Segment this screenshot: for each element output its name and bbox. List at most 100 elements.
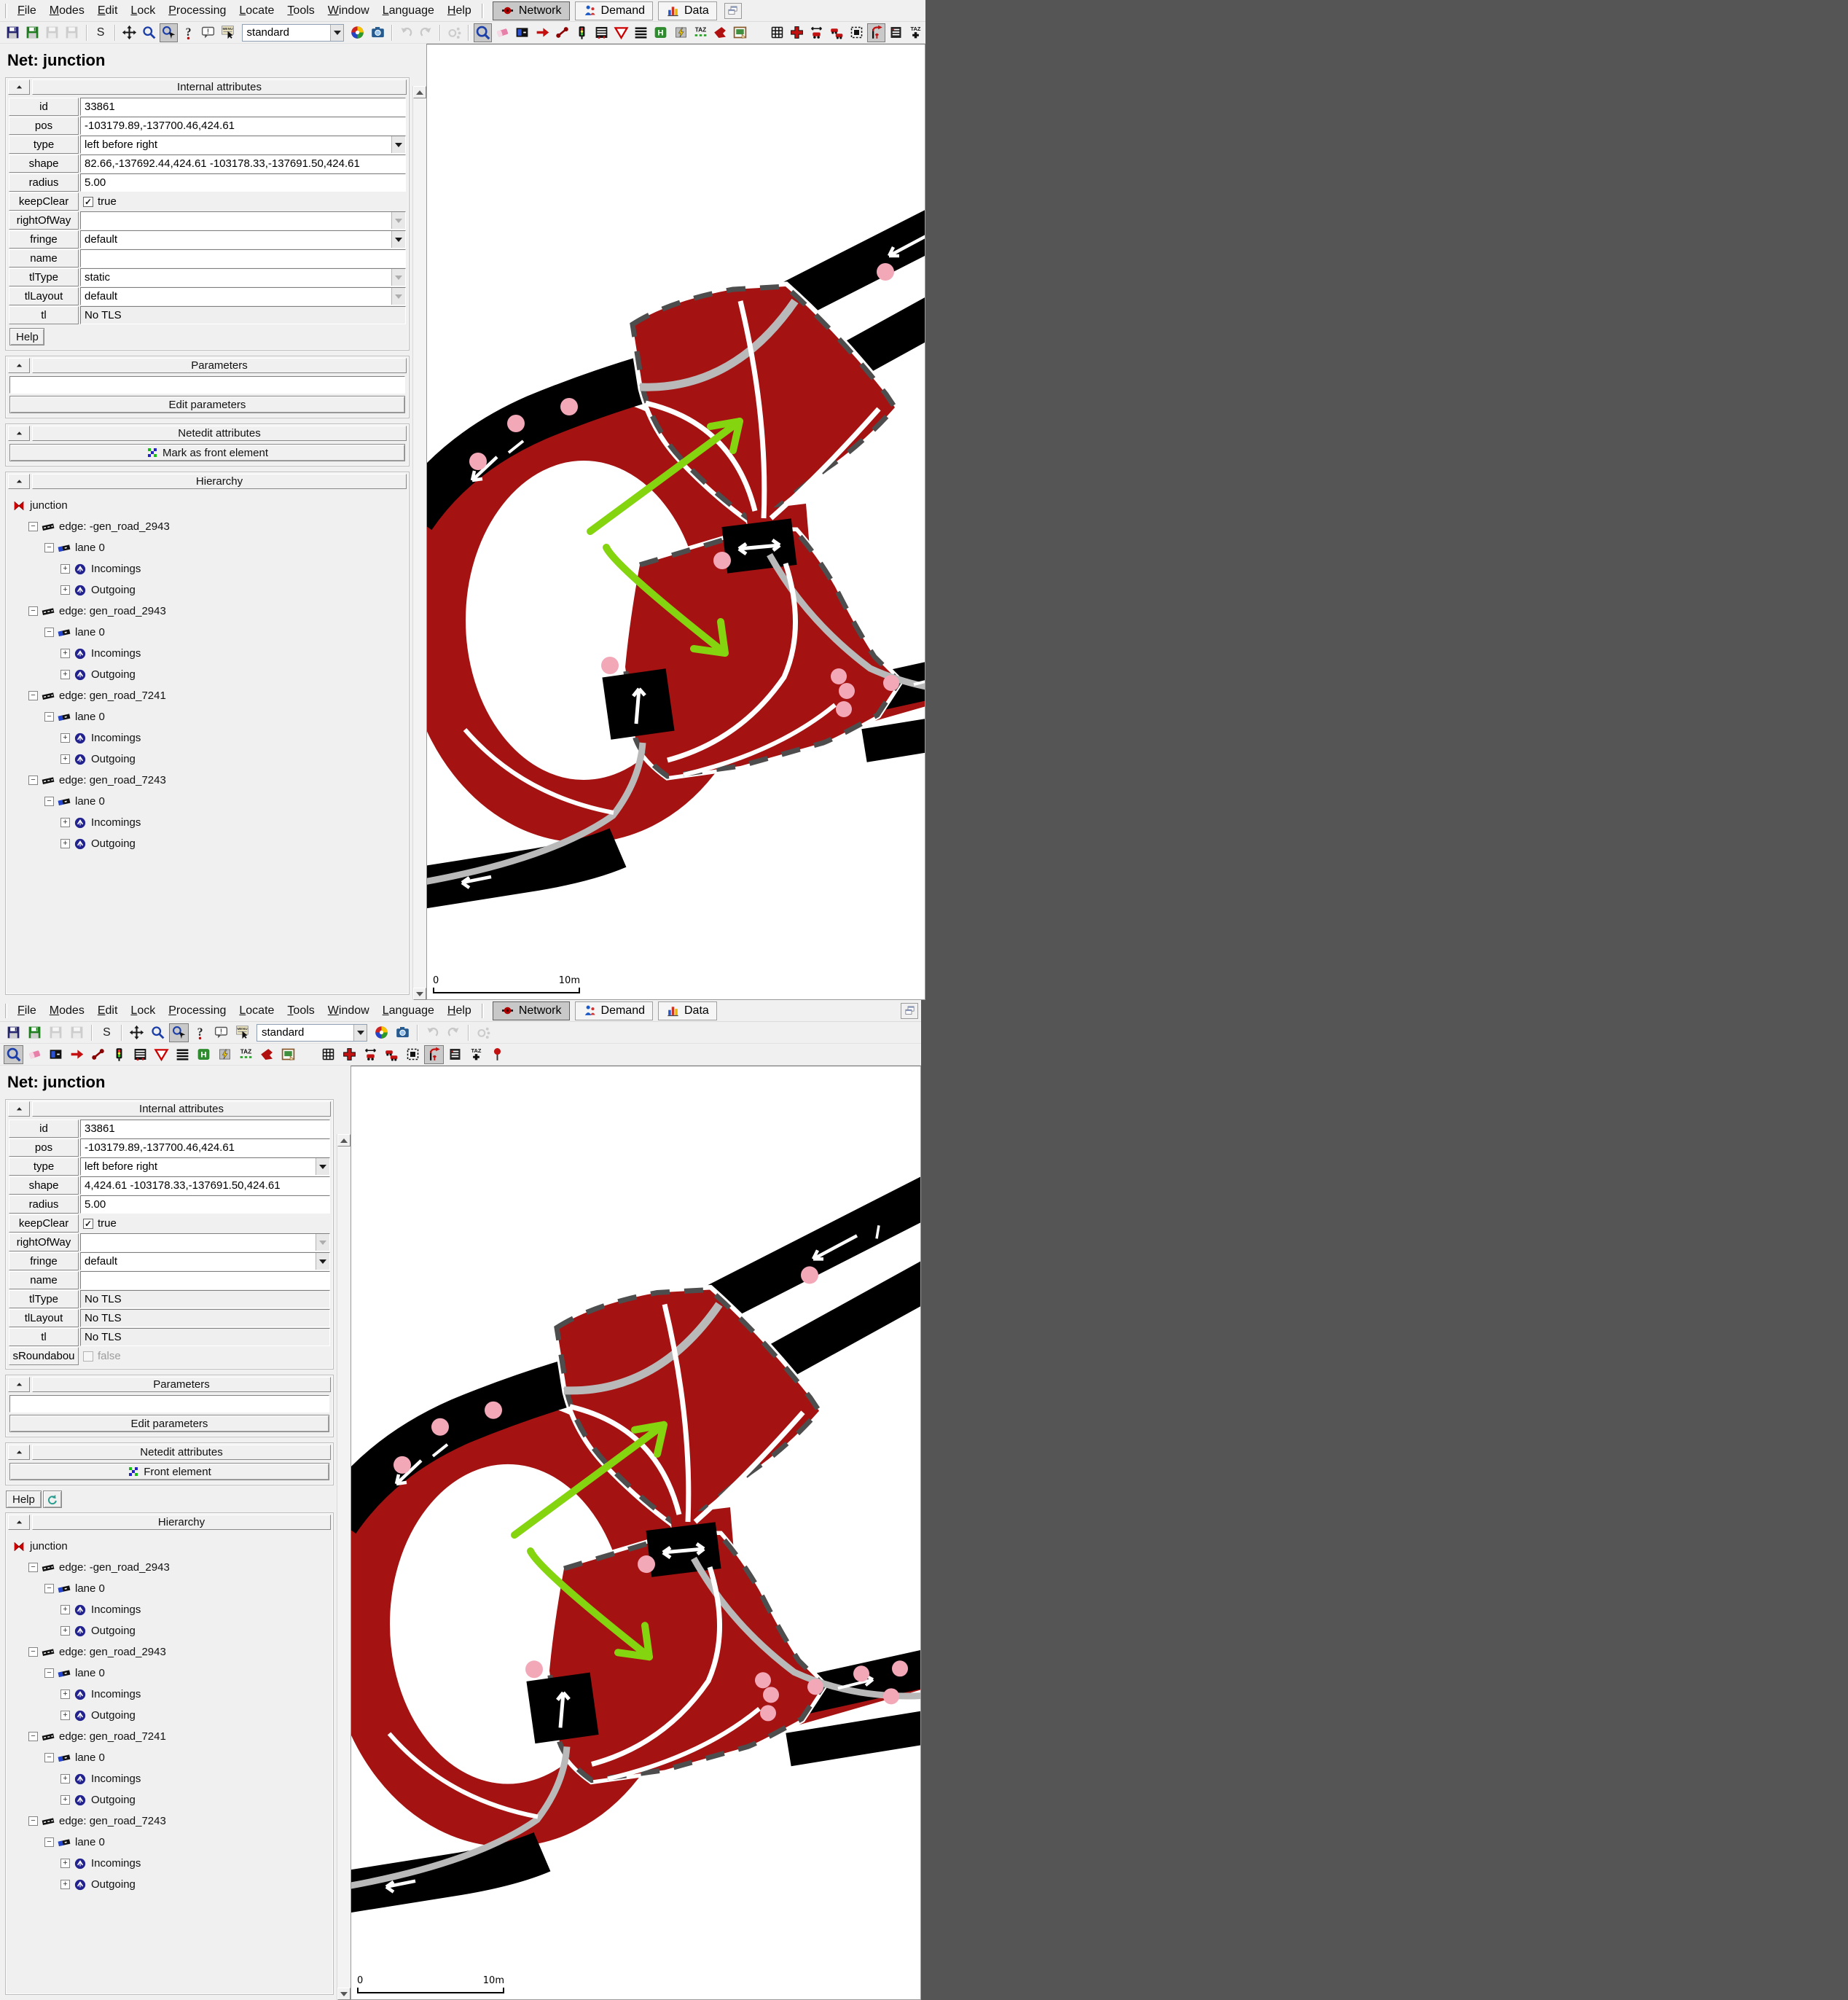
create-edge-icon[interactable] (67, 1045, 87, 1064)
menu-cursor-icon[interactable] (219, 23, 237, 42)
menu-language[interactable]: Language (376, 1002, 441, 1020)
attr-input-rightofway[interactable] (80, 211, 406, 230)
checkbox-icon[interactable]: ✓ (83, 197, 93, 207)
chevron-down-icon[interactable] (391, 231, 405, 248)
tree-item-edge-gen-road-2943[interactable]: −edge: gen_road_2943 (9, 1641, 331, 1663)
save-network-icon[interactable] (4, 23, 22, 42)
panel-scrollbar[interactable] (412, 86, 426, 1000)
tree-item-lane-0[interactable]: −lane 0 (9, 622, 407, 643)
help-button[interactable]: Help (9, 328, 44, 345)
collapse-icon[interactable] (8, 1445, 30, 1460)
menu-processing[interactable]: Processing (162, 1002, 232, 1020)
save-additionals-icon[interactable] (25, 1023, 44, 1042)
question-icon[interactable] (190, 1023, 210, 1042)
attr-input-radius[interactable]: 5.00 (80, 1195, 330, 1214)
tree-item-outgoing[interactable]: +Outgoing (9, 833, 407, 854)
tree-item-outgoing[interactable]: +Outgoing (9, 664, 407, 685)
supermode-data[interactable]: Data (658, 1001, 717, 1020)
decal-icon[interactable] (731, 23, 749, 42)
attr-input-pos[interactable]: -103179.89,-137700.46,424.61 (80, 1138, 330, 1157)
save-data-icon[interactable] (63, 23, 81, 42)
menu-modes[interactable]: Modes (43, 2, 91, 20)
collapse-expander-icon[interactable]: − (44, 543, 54, 552)
expand-expander-icon[interactable]: + (60, 1626, 70, 1636)
legend-icon[interactable] (887, 23, 905, 42)
reload-icon[interactable] (43, 1491, 62, 1508)
tree-item-edge-gen-road-2943[interactable]: −edge: gen_road_2943 (9, 601, 407, 622)
expand-expander-icon[interactable]: + (60, 1774, 70, 1784)
view-preset-combo[interactable]: standard (257, 1024, 367, 1042)
chevron-down-icon[interactable] (316, 1253, 329, 1270)
charging-station-icon[interactable] (671, 23, 689, 42)
expand-expander-icon[interactable]: + (60, 1795, 70, 1805)
save-data-icon[interactable] (67, 1023, 87, 1042)
checkbox-icon[interactable] (83, 1351, 93, 1362)
network-map-view[interactable]: 010m (351, 1066, 921, 2000)
tree-item-lane-0[interactable]: −lane 0 (9, 706, 407, 727)
traffic-light-icon[interactable] (109, 1045, 129, 1064)
collapse-expander-icon[interactable]: − (44, 628, 54, 637)
edge-data-icon[interactable] (361, 1045, 380, 1064)
chevron-down-icon[interactable] (353, 1025, 367, 1041)
zoom-cursor-icon[interactable] (160, 23, 178, 42)
route-options-icon[interactable] (445, 23, 463, 42)
expand-expander-icon[interactable]: + (60, 670, 70, 679)
attr-input-tllayout[interactable]: default (80, 287, 406, 305)
tree-item-lane-0[interactable]: −lane 0 (9, 1578, 331, 1599)
collapse-expander-icon[interactable]: − (44, 1584, 54, 1593)
tooltip-icon[interactable] (199, 23, 217, 42)
collapse-expander-icon[interactable]: − (44, 1668, 54, 1678)
scroll-down-icon[interactable] (337, 1988, 351, 2000)
attr-input-name[interactable] (80, 1271, 330, 1289)
collapse-expander-icon[interactable]: − (28, 776, 38, 785)
attr-input-fringe[interactable]: default (80, 1252, 330, 1270)
bus-stop-icon[interactable] (194, 1045, 214, 1064)
collapse-expander-icon[interactable]: − (28, 1563, 38, 1572)
menu-lock[interactable]: Lock (124, 1002, 162, 1020)
attr-input-name[interactable] (80, 249, 406, 267)
supermode-network[interactable]: Network (493, 1, 570, 20)
shape-icon[interactable] (257, 1045, 277, 1064)
attr-input-type[interactable]: left before right (80, 136, 406, 154)
collapse-expander-icon[interactable]: − (28, 606, 38, 616)
restore-window-icon[interactable] (901, 1003, 918, 1019)
scroll-up-icon[interactable] (413, 86, 426, 98)
tree-item-lane-0[interactable]: −lane 0 (9, 791, 407, 812)
collapse-icon[interactable] (8, 474, 30, 489)
attr-input-shape[interactable]: 4,424.61 -103178.33,-137691.50,424.61 (80, 1176, 330, 1195)
menu-edit[interactable]: Edit (91, 1002, 125, 1020)
taz-icon[interactable] (692, 23, 710, 42)
save-network-icon[interactable] (4, 1023, 23, 1042)
attr-input-shape[interactable]: 82.66,-137692.44,424.61 -103178.33,-1376… (80, 155, 406, 173)
crossing-icon[interactable] (592, 23, 611, 42)
color-wheel-icon[interactable] (372, 1023, 391, 1042)
lane-change-icon[interactable] (867, 23, 885, 42)
zoom-icon[interactable] (148, 1023, 168, 1042)
select-icon[interactable] (403, 1045, 423, 1064)
route-options-icon[interactable] (474, 1023, 493, 1042)
menu-tools[interactable]: Tools (281, 2, 321, 20)
tree-item-outgoing[interactable]: +Outgoing (9, 1620, 331, 1641)
tree-item-junction[interactable]: junction (9, 495, 407, 516)
crossing-icon[interactable] (130, 1045, 150, 1064)
tree-item-edge-gen-road-7241[interactable]: −edge: gen_road_7241 (9, 685, 407, 706)
supermode-data[interactable]: Data (658, 1, 717, 20)
edit-parameters-button[interactable]: Edit parameters (9, 1415, 329, 1432)
select-icon[interactable] (847, 23, 866, 42)
tree-item-outgoing[interactable]: +Outgoing (9, 1874, 331, 1895)
junction-mode-icon[interactable] (788, 23, 806, 42)
menu-help[interactable]: Help (441, 1002, 478, 1020)
decal-icon[interactable] (278, 1045, 298, 1064)
prohibition-icon[interactable] (152, 1045, 171, 1064)
expand-expander-icon[interactable]: + (60, 1859, 70, 1868)
chevron-down-icon[interactable] (391, 136, 405, 153)
tree-item-lane-0[interactable]: −lane 0 (9, 1747, 331, 1768)
vehicle-icon[interactable] (828, 23, 846, 42)
menu-file[interactable]: File (11, 1002, 43, 1020)
attr-checkbox-keepclear[interactable]: ✓true (80, 192, 406, 211)
zoom-cursor-icon[interactable] (169, 1023, 189, 1042)
menu-file[interactable]: File (11, 2, 43, 20)
attr-input-type[interactable]: left before right (80, 1157, 330, 1176)
collapse-expander-icon[interactable]: − (44, 712, 54, 722)
tree-item-edge-gen-road-2943[interactable]: −edge: -gen_road_2943 (9, 516, 407, 537)
